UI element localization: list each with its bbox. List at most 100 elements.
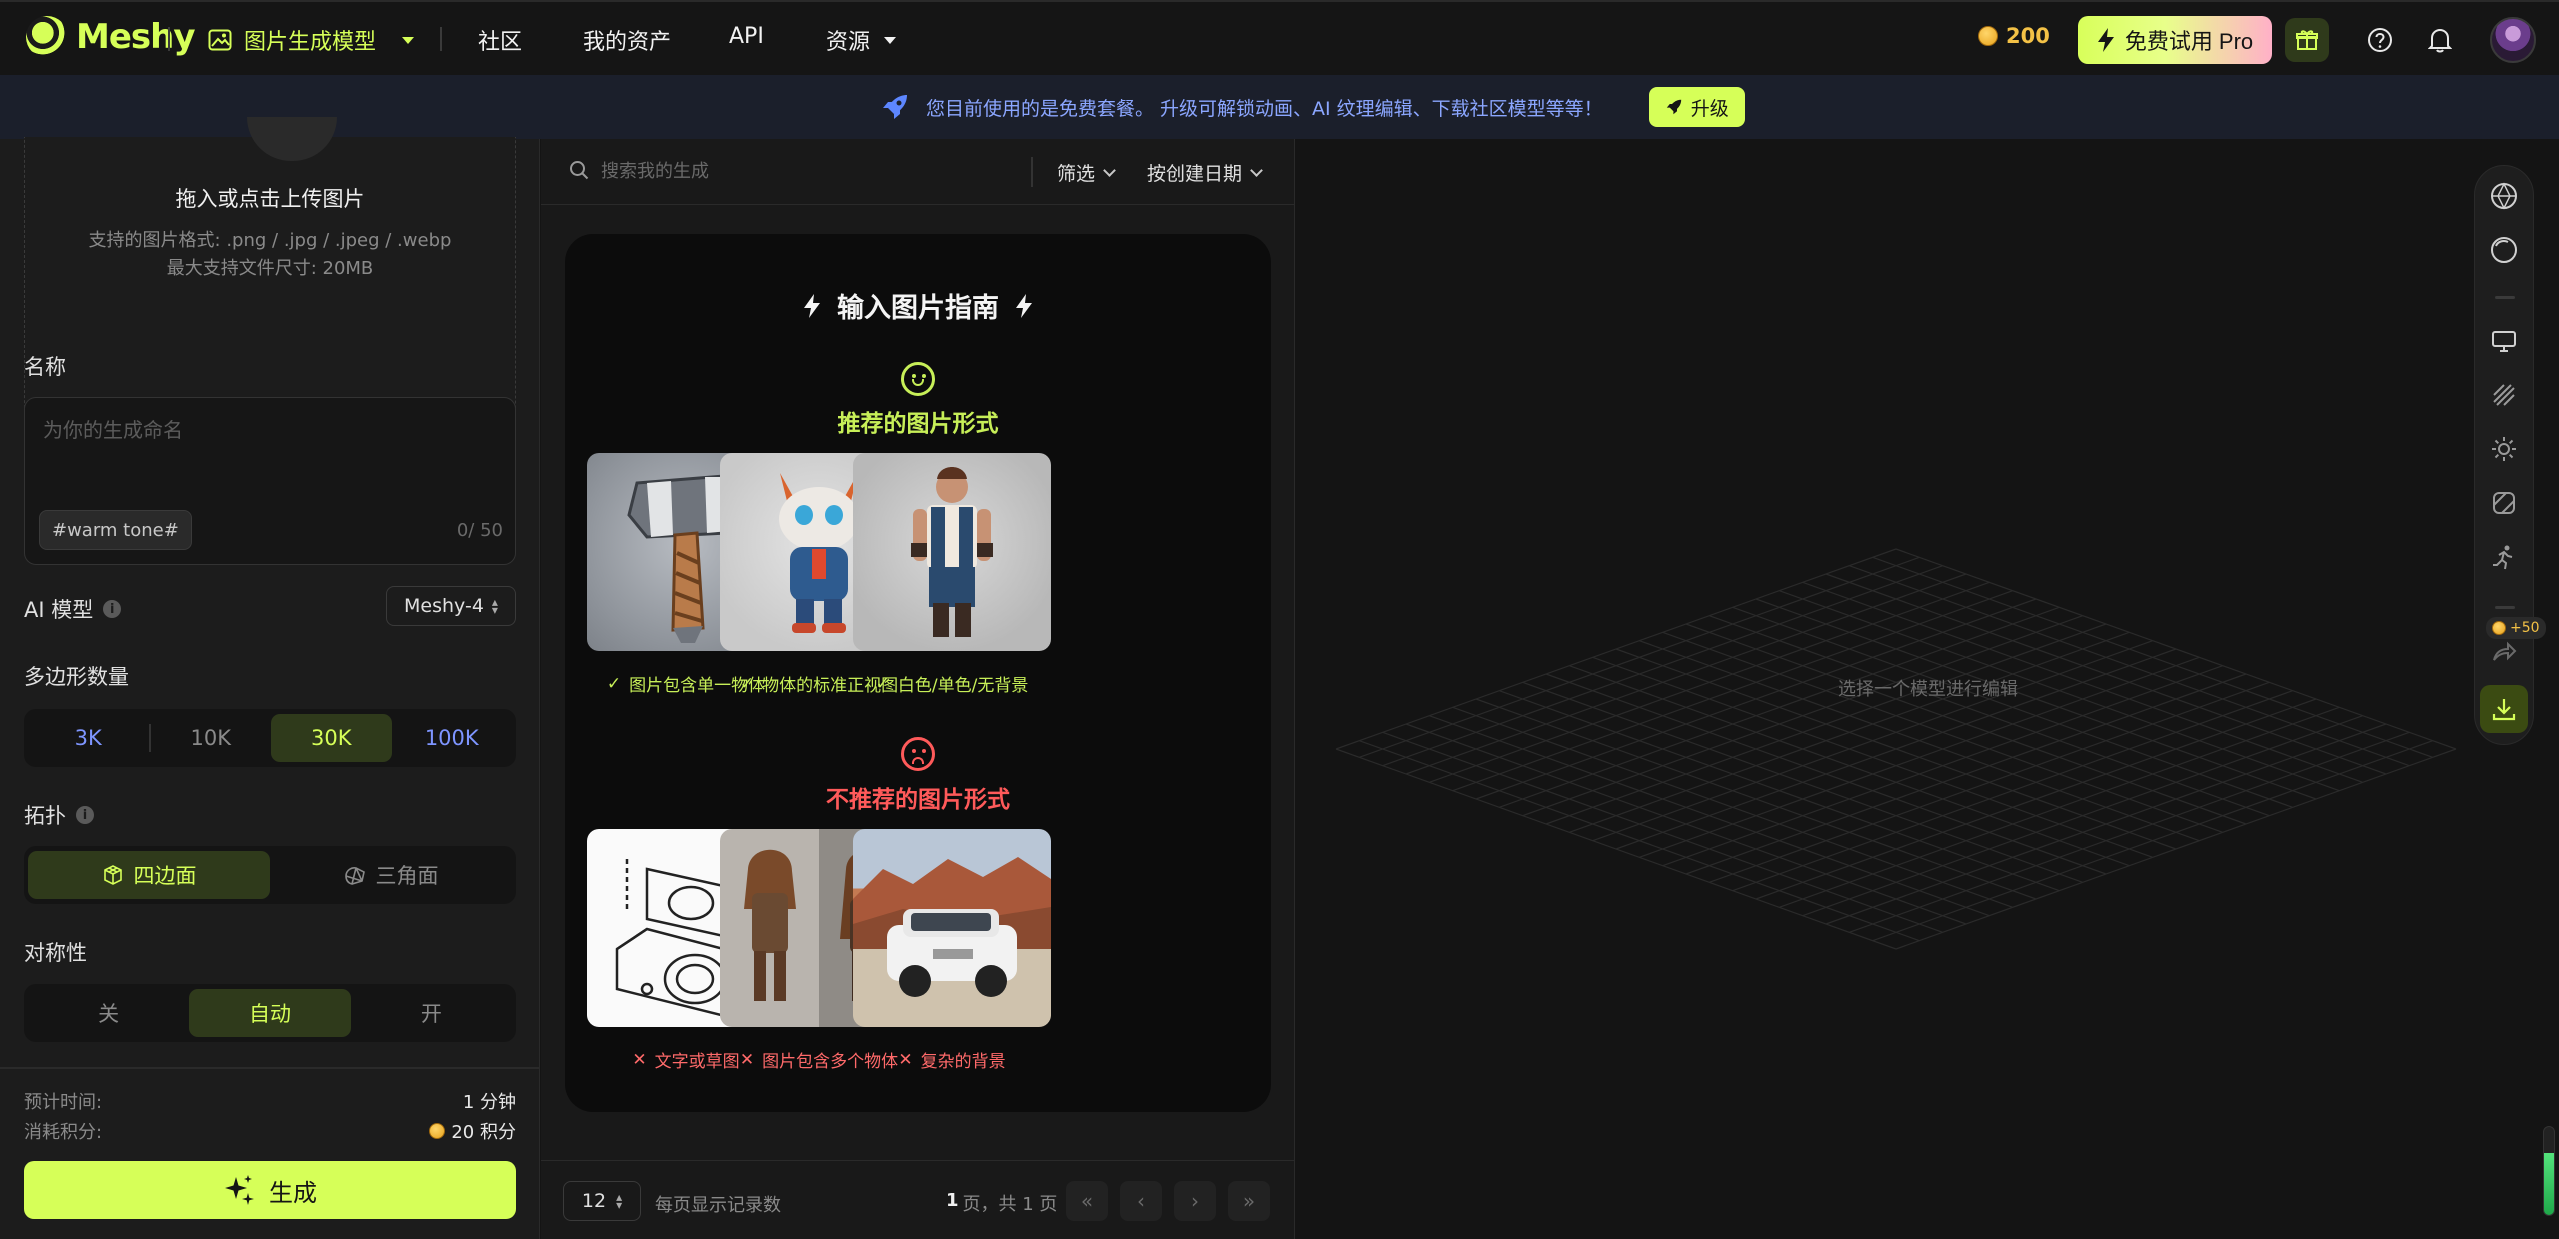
notifications-button[interactable] <box>2418 18 2462 62</box>
sun-icon <box>2492 437 2516 461</box>
quad-mesh-icon <box>103 865 122 885</box>
topology-label-text: 拓扑 <box>24 804 66 828</box>
try-pro-button[interactable]: 免费试用 Pro <box>2078 16 2272 64</box>
poly-count-label: 多边形数量 <box>24 665 129 689</box>
symmetry-option-off[interactable]: 关 <box>28 989 189 1037</box>
filter-dropdown[interactable]: 筛选 <box>1057 159 1116 186</box>
double-chevron-left-icon: « <box>1080 1189 1094 1213</box>
check-icon: ✓ <box>739 673 755 694</box>
upload-formats: 支持的图片格式: .png / .jpg / .jpeg / .webp <box>88 230 452 251</box>
style-tag-chip[interactable]: #warm tone# <box>39 510 192 550</box>
caption-plain-background: ✓ 白色/单色/无背景 <box>842 671 1062 697</box>
topology-option-quad-label: 四边面 <box>133 864 197 888</box>
name-textarea[interactable]: 为你的生成命名 #warm tone# 0/ 50 <box>24 397 516 565</box>
material-icon <box>2493 492 2515 514</box>
chevron-right-icon: › <box>1191 1189 1199 1213</box>
shaded-sphere-button[interactable] <box>2489 235 2519 265</box>
coin-icon <box>2492 621 2506 635</box>
search-placeholder: 搜索我的生成 <box>601 161 709 182</box>
bolt-icon <box>1016 293 1032 318</box>
divider <box>1031 157 1033 187</box>
credit-cost-label: 消耗积分: <box>24 1122 103 1143</box>
page-size-select[interactable]: 12 ▴ ▾ <box>563 1181 641 1221</box>
topology-selector: 四边面 三角面 <box>24 846 516 904</box>
user-avatar[interactable] <box>2490 17 2536 63</box>
ai-model-label: AI 模型 i <box>24 594 122 624</box>
upload-icon <box>247 117 337 161</box>
top-navigation: Meshy 图片生成模型 社区 我的资产 API 资源 200 免费试用 Pro <box>0 0 2559 75</box>
prev-page-button[interactable]: ‹ <box>1120 1181 1162 1221</box>
nav-community[interactable]: 社区 <box>478 24 522 56</box>
info-icon[interactable]: i <box>103 600 122 618</box>
generations-list-panel: 搜索我的生成 筛选 按创建日期 输入图片指南 推荐的图片形式 ✓ 图片包含单一物… <box>541 139 1295 1239</box>
next-page-button[interactable]: › <box>1174 1181 1216 1221</box>
wireframe-sphere-icon <box>2491 182 2517 210</box>
topology-option-triangle[interactable]: 三角面 <box>270 851 512 899</box>
nav-api[interactable]: API <box>729 24 764 49</box>
nav-my-assets[interactable]: 我的资产 <box>583 24 671 56</box>
input-image-guide: 输入图片指南 推荐的图片形式 ✓ 图片包含单一物体 ✓ 物体的标准正视图 ✓ 白色/单… <box>565 234 1271 1112</box>
nav-resources-dropdown[interactable]: 资源 <box>826 24 897 56</box>
share-arrow-icon <box>2493 641 2517 661</box>
estimated-time-row: 预计时间: 1 分钟 <box>24 1088 516 1114</box>
gen-mode-dropdown[interactable]: 图片生成模型 <box>208 24 415 56</box>
toolbar-divider <box>2495 296 2515 299</box>
bolt-icon <box>804 293 820 318</box>
rocket-icon <box>1666 99 1681 115</box>
display-button[interactable] <box>2489 326 2519 356</box>
credit-count: 200 <box>2006 24 2050 48</box>
recommended-title: 推荐的图片形式 <box>837 411 999 437</box>
credit-cost-value: 20 积分 <box>451 1122 516 1143</box>
sort-label: 按创建日期 <box>1147 163 1243 185</box>
symmetry-option-auto[interactable]: 自动 <box>189 989 351 1037</box>
animation-button[interactable] <box>2489 542 2519 572</box>
chevron-up-down-icon: ▴ ▾ <box>616 1190 623 1212</box>
check-icon: ✓ <box>875 673 890 694</box>
help-button[interactable] <box>2358 18 2402 62</box>
chevron-down-icon <box>1250 164 1263 177</box>
generation-settings-panel: 拖入或点击上传图片 支持的图片格式: .png / .jpg / .jpeg /… <box>0 117 540 1239</box>
texture-button[interactable] <box>2489 380 2519 410</box>
ai-model-select[interactable]: Meshy-4 ▴ ▾ <box>386 586 516 626</box>
x-icon: ✕ <box>898 1049 913 1070</box>
last-page-button[interactable]: » <box>1228 1181 1270 1221</box>
bell-icon <box>2428 28 2452 53</box>
poly-option-100k[interactable]: 100K <box>392 714 513 762</box>
material-button[interactable] <box>2489 488 2519 518</box>
search-bar: 搜索我的生成 筛选 按创建日期 <box>541 139 1295 205</box>
example-image-complex-background <box>853 829 1051 1027</box>
coin-icon <box>429 1123 446 1139</box>
banner-text: 您目前使用的是免费套餐。 升级可解锁动画、AI 纹理编辑、下载社区模型等等！ <box>926 97 1603 120</box>
caption-plain-background-text: 白色/单色/无背景 <box>897 676 1029 696</box>
search-input[interactable]: 搜索我的生成 <box>569 157 709 183</box>
guide-title-text: 输入图片指南 <box>837 293 999 324</box>
meshy-logo-icon <box>26 16 68 58</box>
first-page-button[interactable]: « <box>1066 1181 1108 1221</box>
wireframe-sphere-button[interactable] <box>2489 181 2519 211</box>
lighting-button[interactable] <box>2489 434 2519 464</box>
bolt-icon <box>2097 28 2114 52</box>
poly-option-3k[interactable]: 3K <box>28 714 149 762</box>
generate-button[interactable]: 生成 <box>24 1161 516 1219</box>
gift-icon <box>2296 30 2318 50</box>
poly-count-selector: 3K 10K 30K 100K <box>24 709 516 767</box>
caption-complex-background-text: 复杂的背景 <box>920 1052 1006 1072</box>
name-label: 名称 <box>24 355 66 379</box>
upgrade-button[interactable]: 升级 <box>1648 87 1745 127</box>
info-icon[interactable]: i <box>76 806 94 824</box>
example-image-warrior-character <box>853 453 1051 651</box>
download-button[interactable] <box>2480 685 2528 733</box>
symmetry-option-on[interactable]: 开 <box>351 989 512 1037</box>
sparkles-icon <box>225 1175 254 1205</box>
chevron-left-icon: ‹ <box>1137 1189 1145 1213</box>
share-button[interactable] <box>2489 636 2519 666</box>
poly-option-10k[interactable]: 10K <box>151 714 272 762</box>
3d-viewport[interactable]: 选择一个模型进行编辑 <box>1296 139 2559 1239</box>
ai-model-label-text: AI 模型 <box>24 598 94 622</box>
poly-option-30k[interactable]: 30K <box>271 714 392 762</box>
credit-balance[interactable]: 200 <box>1978 24 2050 48</box>
sort-dropdown[interactable]: 按创建日期 <box>1147 159 1263 186</box>
gift-button[interactable] <box>2285 18 2329 62</box>
topology-option-quad[interactable]: 四边面 <box>28 851 270 899</box>
filter-label: 筛选 <box>1057 163 1096 185</box>
